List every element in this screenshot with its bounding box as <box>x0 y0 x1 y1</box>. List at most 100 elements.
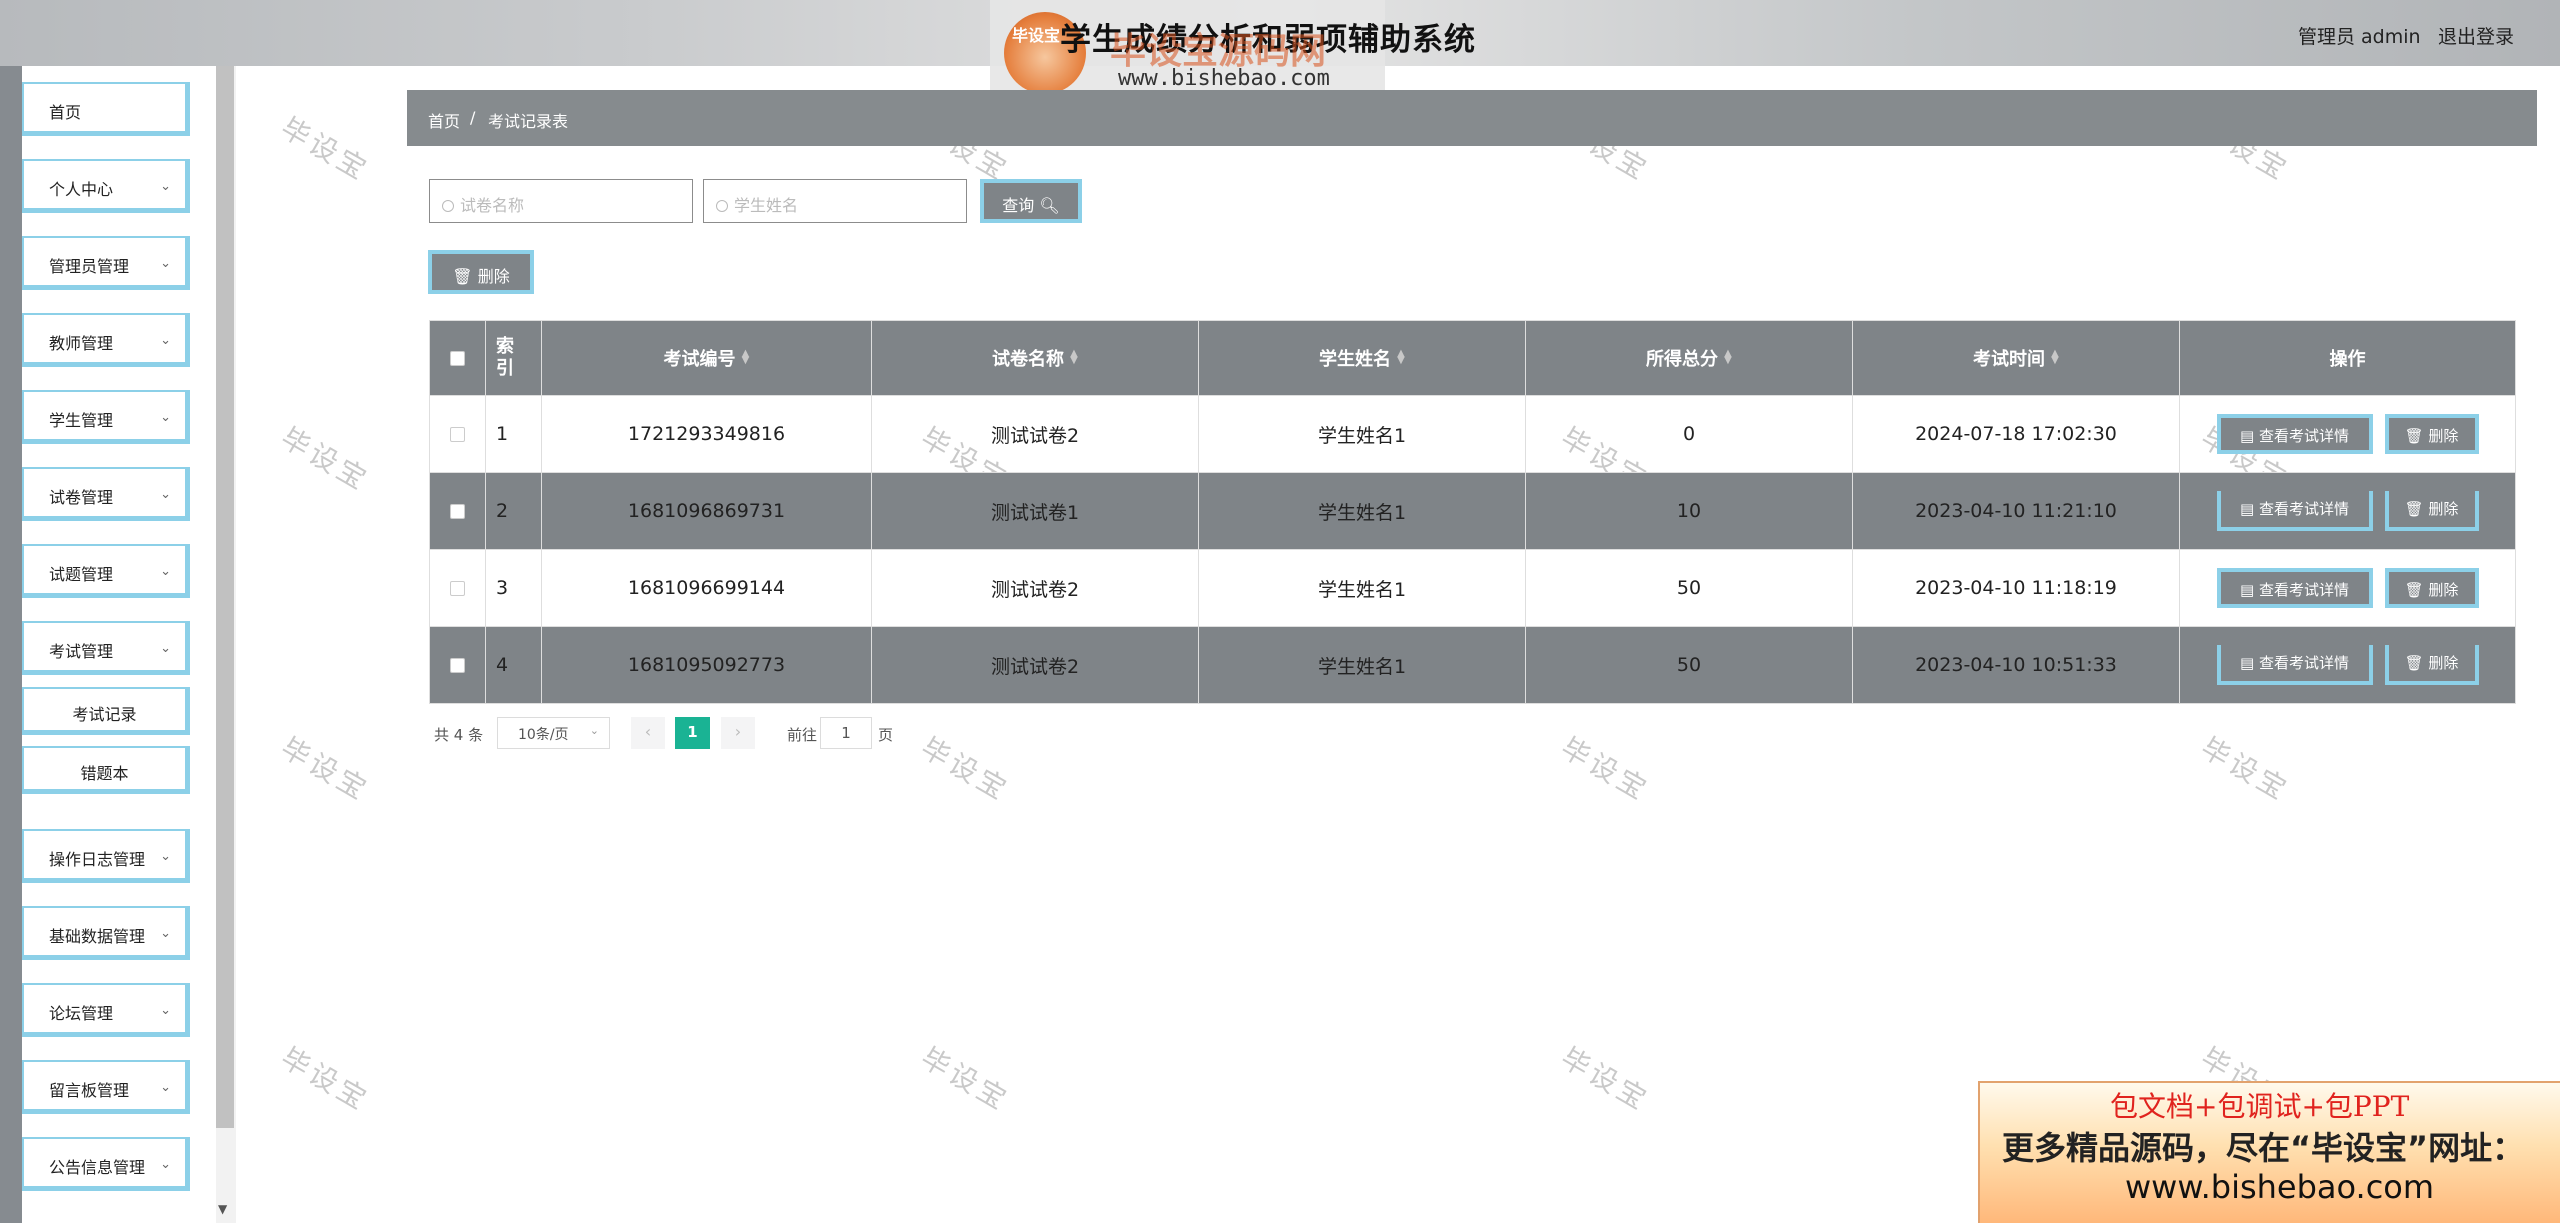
row-checkbox[interactable] <box>450 581 465 596</box>
view-exam-detail-button[interactable]: ▤ 查看考试详情 <box>2216 568 2373 608</box>
paper-name-search-input[interactable]: 试卷名称 <box>429 179 693 223</box>
breadcrumb-separator: / <box>470 108 476 127</box>
sidebar-item-notice-manage[interactable]: 公告信息管理 ⌄ <box>22 1137 190 1191</box>
header-exam-time[interactable]: 考试时间 ▲ ▼ <box>1852 320 2180 396</box>
cell-score: 0 <box>1525 395 1853 473</box>
trash-icon: 🗑︎ <box>2404 427 2424 445</box>
sidebar-subitem-wrong-questions[interactable]: 错题本 <box>22 746 190 794</box>
row-checkbox[interactable] <box>450 427 465 442</box>
sidebar-item-message-board-manage[interactable]: 留言板管理 ⌄ <box>22 1060 190 1114</box>
header-exam-no[interactable]: 考试编号 ▲ ▼ <box>541 320 872 396</box>
view-exam-detail-button[interactable]: ▤ 查看考试详情 <box>2216 645 2373 685</box>
cell-score: 50 <box>1525 626 1853 704</box>
goto-page-input[interactable]: 1 <box>820 717 872 749</box>
breadcrumb: 首页 / 考试记录表 <box>407 90 2537 146</box>
cell-ops: ▤ 查看考试详情 🗑︎ 删除 <box>2179 549 2516 627</box>
document-icon: ▤ <box>2240 427 2255 445</box>
watermark-text: 毕设宝 <box>275 1041 376 1118</box>
row-delete-button[interactable]: 🗑︎ 删除 <box>2384 491 2479 531</box>
row-checkbox[interactable] <box>450 504 465 519</box>
ad-banner[interactable]: 包文档+包调试+包PPT 更多精品源码，尽在“毕设宝”网址： www.bishe… <box>1978 1081 2560 1223</box>
sidebar-item-base-data-manage[interactable]: 基础数据管理 ⌄ <box>22 906 190 960</box>
user-name: 管理员 admin <box>2298 26 2421 48</box>
trash-icon: 🗑︎ <box>452 267 473 286</box>
cell-exam-time: 2023-04-10 11:18:19 <box>1852 549 2180 627</box>
next-page-button[interactable]: › <box>721 717 755 749</box>
cell-select <box>429 549 486 627</box>
row-delete-button[interactable]: 🗑︎ 删除 <box>2384 568 2479 608</box>
cell-exam-time: 2024-07-18 17:02:30 <box>1852 395 2180 473</box>
trash-icon: 🗑︎ <box>2404 500 2424 518</box>
cell-paper-name: 测试试卷2 <box>871 549 1199 627</box>
cell-index: 4 <box>485 626 542 704</box>
chevron-down-icon: ⌄ <box>160 179 171 194</box>
student-name-search-input[interactable]: 学生姓名 <box>703 179 967 223</box>
header-student-name[interactable]: 学生姓名 ▲ ▼ <box>1198 320 1526 396</box>
document-icon: ▤ <box>2240 581 2255 599</box>
sidebar-item-op-log-manage[interactable]: 操作日志管理 ⌄ <box>22 829 190 883</box>
paper-name-placeholder: 试卷名称 <box>460 196 525 215</box>
header-ops-label: 操作 <box>2329 349 2366 370</box>
page-size-select[interactable]: 10条/页 ⌄ <box>497 717 610 749</box>
sort-icon[interactable]: ▲ ▼ <box>742 349 750 366</box>
query-button[interactable]: 查询 🔍︎ <box>980 179 1082 223</box>
sort-icon[interactable]: ▲ ▼ <box>1724 349 1732 366</box>
document-icon: ▤ <box>2240 654 2255 672</box>
cell-exam-no: 1681096869731 <box>541 472 872 550</box>
view-label: 查看考试详情 <box>2258 581 2349 599</box>
sidebar-subitem-exam-records[interactable]: 考试记录 <box>22 687 190 735</box>
sort-icon[interactable]: ▲ ▼ <box>2051 349 2059 366</box>
watermark-text: 毕设宝 <box>275 111 376 188</box>
sidebar-item-student-manage[interactable]: 学生管理 ⌄ <box>22 390 190 444</box>
sort-icon[interactable]: ▲ ▼ <box>1070 349 1078 366</box>
delete-label: 删除 <box>2428 427 2459 445</box>
header-score[interactable]: 所得总分 ▲ ▼ <box>1525 320 1853 396</box>
sidebar-item-personal-center[interactable]: 个人中心 ⌄ <box>22 159 190 213</box>
search-icon <box>716 200 728 212</box>
batch-delete-button[interactable]: 🗑︎ 删除 <box>428 250 534 294</box>
view-exam-detail-button[interactable]: ▤ 查看考试详情 <box>2216 491 2373 531</box>
row-delete-button[interactable]: 🗑︎ 删除 <box>2384 414 2479 454</box>
cell-exam-no: 1681096699144 <box>541 549 872 627</box>
header-paper-name[interactable]: 试卷名称 ▲ ▼ <box>871 320 1199 396</box>
sidebar-item-home[interactable]: 首页 <box>22 82 190 136</box>
sidebar-item-question-manage[interactable]: 试题管理 ⌄ <box>22 544 190 598</box>
breadcrumb-home[interactable]: 首页 <box>428 108 460 132</box>
header-exam-no-label: 考试编号 <box>663 349 736 370</box>
view-label: 查看考试详情 <box>2258 500 2349 518</box>
batch-delete-label: 删除 <box>477 267 510 286</box>
view-label: 查看考试详情 <box>2258 427 2349 445</box>
cell-score: 10 <box>1525 472 1853 550</box>
sidebar-item-paper-manage[interactable]: 试卷管理 ⌄ <box>22 467 190 521</box>
watermark-text: 毕设宝 <box>1555 1041 1656 1118</box>
cell-exam-no: 1681095092773 <box>541 626 872 704</box>
sidebar-item-admin-manage[interactable]: 管理员管理 ⌄ <box>22 236 190 290</box>
chevron-down-icon: ⌄ <box>160 1080 171 1095</box>
row-delete-button[interactable]: 🗑︎ 删除 <box>2384 645 2479 685</box>
chevron-down-icon: ⌄ <box>160 641 171 656</box>
trash-icon: 🗑︎ <box>2404 581 2424 599</box>
sidebar-item-label: 试卷管理 <box>49 488 114 507</box>
view-exam-detail-button[interactable]: ▤ 查看考试详情 <box>2216 414 2373 454</box>
cell-ops: ▤ 查看考试详情 🗑︎ 删除 <box>2179 472 2516 550</box>
row-checkbox[interactable] <box>450 658 465 673</box>
cell-exam-time: 2023-04-10 10:51:33 <box>1852 626 2180 704</box>
chevron-down-icon: ⌄ <box>160 1157 171 1172</box>
table-row: 2 1681096869731 测试试卷1 学生姓名1 10 2023-04-10 11:… <box>429 472 2516 550</box>
sidebar-scroll-thumb[interactable] <box>216 66 234 1128</box>
sidebar-item-teacher-manage[interactable]: 教师管理 ⌄ <box>22 313 190 367</box>
sidebar-item-label: 公告信息管理 <box>49 1158 146 1177</box>
chevron-down-icon: ⌄ <box>160 410 171 425</box>
document-icon: ▤ <box>2240 500 2255 518</box>
chevron-down-icon: ⌄ <box>160 1003 171 1018</box>
sidebar-item-exam-manage[interactable]: 考试管理 ⌄ <box>22 621 190 675</box>
header-score-label: 所得总分 <box>1646 349 1718 370</box>
logout-link[interactable]: 退出登录 <box>2438 22 2514 49</box>
scroll-down-icon[interactable]: ▼ <box>218 1202 227 1216</box>
page-number-current[interactable]: 1 <box>675 717 710 749</box>
sidebar-item-forum-manage[interactable]: 论坛管理 ⌄ <box>22 983 190 1037</box>
select-all-checkbox[interactable] <box>450 351 465 366</box>
cell-student-name: 学生姓名1 <box>1198 549 1526 627</box>
sort-icon[interactable]: ▲ ▼ <box>1397 349 1405 366</box>
prev-page-button[interactable]: ‹ <box>631 717 665 749</box>
